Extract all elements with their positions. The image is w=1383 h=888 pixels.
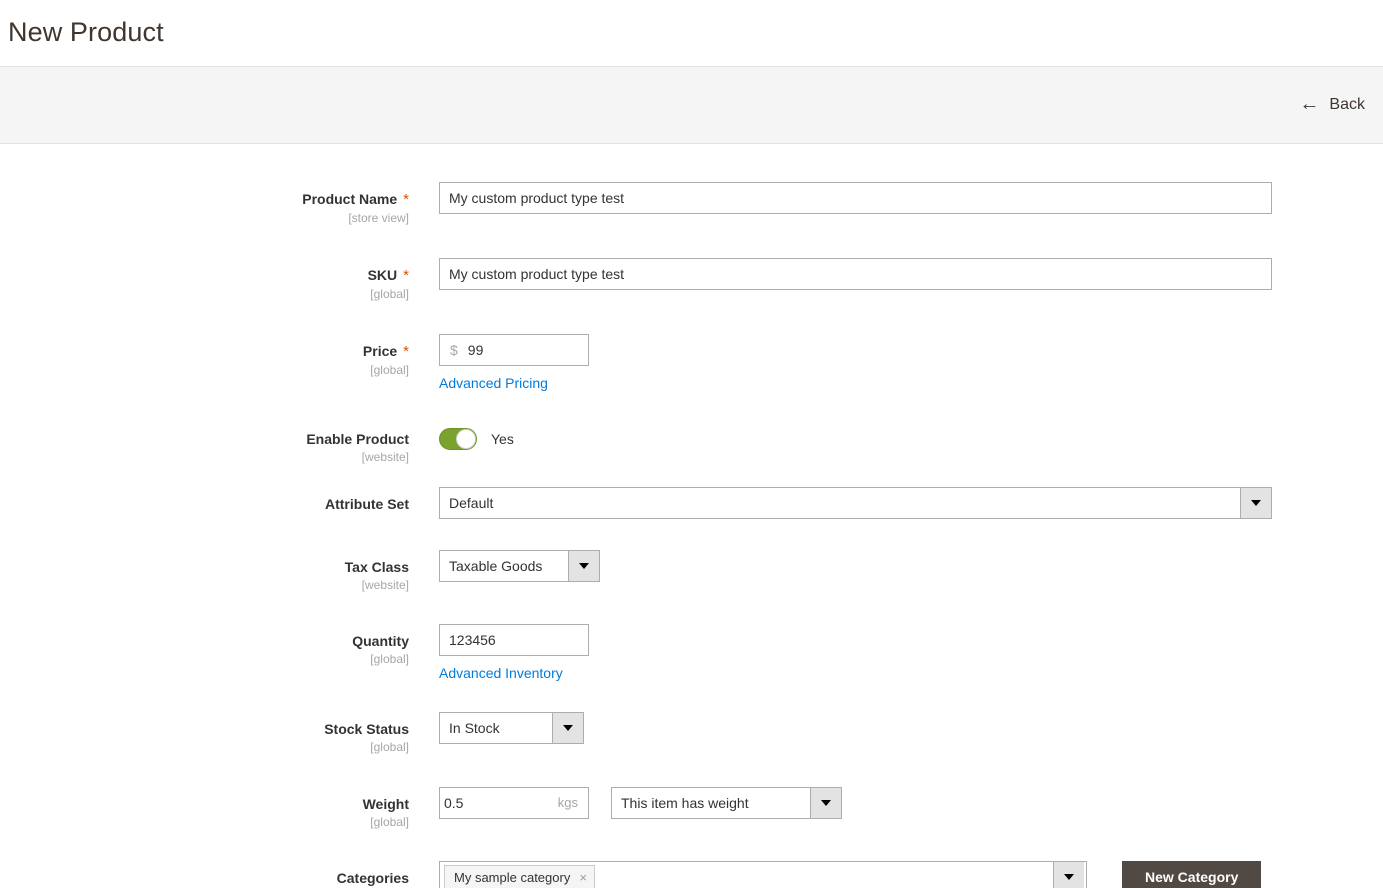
field-stock-status-control-col: In Stock <box>409 712 1383 745</box>
attribute-set-select[interactable]: Default <box>439 486 1272 519</box>
field-categories-label: Categories <box>336 870 409 887</box>
sku-input[interactable] <box>439 257 1272 290</box>
field-weight-label: Weight <box>362 795 409 812</box>
field-weight: Weight [global] kgs This item has weight <box>0 786 1383 831</box>
field-price-label: Price * <box>362 342 409 360</box>
field-enable-product: Enable Product [website] Yes <box>0 422 1383 466</box>
field-attribute-set-control-col: Default <box>409 486 1383 519</box>
currency-symbol: $ <box>450 341 458 358</box>
price-input-group: $ <box>439 333 589 366</box>
chevron-down-icon[interactable] <box>552 713 583 744</box>
field-product-name: Product Name * [store view] <box>0 182 1383 227</box>
field-stock-status-scope: [global] <box>370 740 409 755</box>
weight-input[interactable] <box>440 787 554 818</box>
field-tax-class-label: Tax Class <box>344 558 409 575</box>
field-quantity-label-col: Quantity [global] <box>0 624 409 668</box>
back-button-label: Back <box>1329 96 1365 113</box>
page-title: New Product <box>8 17 164 48</box>
advanced-inventory-link[interactable]: Advanced Inventory <box>439 665 1383 681</box>
chevron-down-icon[interactable] <box>1240 487 1271 518</box>
arrow-left-icon: ← <box>1299 93 1320 115</box>
field-sku: SKU * [global] <box>0 257 1383 303</box>
field-weight-scope: [global] <box>370 814 409 829</box>
field-attribute-set-label-col: Attribute Set <box>0 487 409 514</box>
field-tax-class-control-col: Taxable Goods <box>409 549 1383 582</box>
field-sku-label-col: SKU * [global] <box>0 258 409 303</box>
field-quantity: Quantity [global] Advanced Inventory <box>0 624 1383 681</box>
field-tax-class: Tax Class [website] Taxable Goods <box>0 549 1383 594</box>
field-sku-scope: [global] <box>370 287 409 302</box>
field-price-control-col: $ Advanced Pricing <box>409 333 1383 391</box>
weight-type-value: This item has weight <box>621 794 749 811</box>
chevron-down-icon[interactable] <box>810 787 841 818</box>
advanced-pricing-link[interactable]: Advanced Pricing <box>439 375 1383 391</box>
close-icon[interactable]: × <box>579 871 587 884</box>
field-enable-product-control-col: Yes <box>409 422 1383 450</box>
field-sku-label: SKU * <box>367 266 409 284</box>
field-sku-control-col <box>409 257 1383 290</box>
field-enable-product-label-col: Enable Product [website] <box>0 422 409 466</box>
field-attribute-set: Attribute Set Default <box>0 486 1383 519</box>
quantity-input[interactable] <box>439 624 589 657</box>
product-name-input[interactable] <box>439 182 1272 214</box>
weight-input-group: kgs <box>439 786 589 819</box>
field-product-name-label: Product Name * <box>302 191 409 208</box>
field-tax-class-scope: [website] <box>361 577 409 592</box>
chevron-down-icon[interactable] <box>568 550 599 581</box>
enable-product-state-label: Yes <box>491 430 514 447</box>
categories-multiselect[interactable]: My sample category × <box>439 861 1087 888</box>
field-product-name-control-col <box>409 182 1383 214</box>
category-chip-label: My sample category <box>454 869 571 885</box>
field-tax-class-label-col: Tax Class [website] <box>0 550 409 594</box>
field-weight-label-col: Weight [global] <box>0 787 409 831</box>
stock-status-value: In Stock <box>449 720 500 737</box>
category-chip[interactable]: My sample category × <box>444 865 595 888</box>
toggle-knob <box>456 428 476 449</box>
field-quantity-scope: [global] <box>370 652 409 667</box>
weight-type-select[interactable]: This item has weight <box>611 786 842 819</box>
stock-status-select[interactable]: In Stock <box>439 712 584 745</box>
attribute-set-value: Default <box>449 494 494 511</box>
weight-unit-label: kgs <box>557 795 578 811</box>
enable-product-toggle[interactable] <box>439 427 477 450</box>
field-attribute-set-label: Attribute Set <box>325 495 409 512</box>
field-weight-control-col: kgs This item has weight <box>409 786 1383 819</box>
page-title-bar: New Product <box>0 0 1383 66</box>
field-categories-label-col: Categories [global] <box>0 861 409 888</box>
page-actions-toolbar: ← Back <box>0 66 1383 144</box>
field-categories: Categories [global] My sample category ×… <box>0 861 1383 888</box>
back-button[interactable]: ← Back <box>1293 91 1371 119</box>
price-input[interactable] <box>463 334 588 365</box>
tax-class-select[interactable]: Taxable Goods <box>439 549 600 582</box>
field-product-name-label-col: Product Name * [store view] <box>0 182 409 227</box>
field-product-name-scope: [store view] <box>348 211 409 226</box>
field-quantity-label: Quantity <box>352 633 409 650</box>
chevron-down-icon[interactable] <box>1053 862 1084 888</box>
categories-token-list: My sample category × <box>444 865 1051 888</box>
product-form: Product Name* [store view] SKU* [global]… <box>0 144 1383 888</box>
field-price-label-col: Price * [global] <box>0 334 409 379</box>
field-enable-product-scope: [website] <box>361 450 409 464</box>
field-stock-status: Stock Status [global] In Stock <box>0 712 1383 756</box>
field-categories-control-col: My sample category × New Category <box>409 861 1383 888</box>
field-stock-status-label-col: Stock Status [global] <box>0 712 409 756</box>
field-price: Price* [global] $ Advanced Pricing <box>0 333 1383 391</box>
field-stock-status-label: Stock Status <box>324 721 409 738</box>
tax-class-value: Taxable Goods <box>449 557 543 574</box>
field-quantity-control-col: Advanced Inventory <box>409 624 1383 681</box>
new-category-button[interactable]: New Category <box>1122 861 1262 888</box>
field-enable-product-label: Enable Product <box>306 430 409 447</box>
field-price-scope: [global] <box>370 363 409 378</box>
